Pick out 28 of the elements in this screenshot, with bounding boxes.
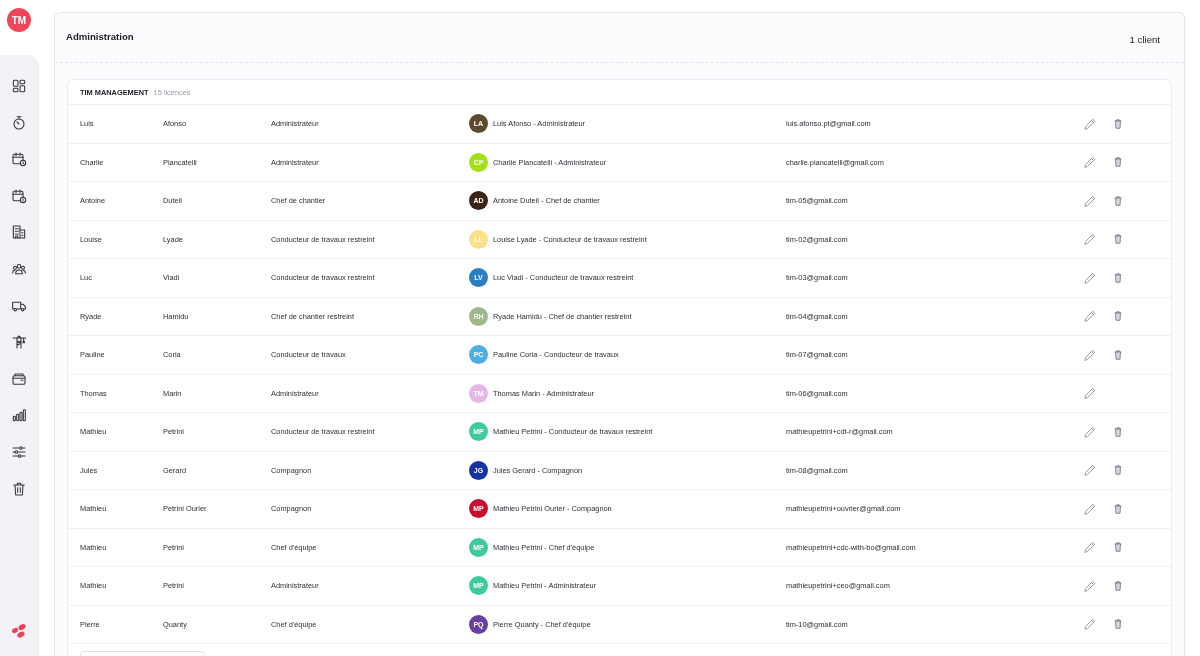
page-title: Administration (66, 31, 134, 42)
buildings-icon[interactable] (11, 224, 27, 241)
sliders-icon[interactable] (11, 443, 27, 460)
pencil-icon[interactable] (1084, 502, 1096, 515)
calendar-alert-icon[interactable] (11, 187, 27, 204)
user-avatar[interactable]: TM (7, 8, 31, 32)
pencil-icon[interactable] (1084, 618, 1096, 631)
pencil-icon[interactable] (1084, 387, 1096, 400)
pencil-icon[interactable] (1084, 425, 1096, 438)
pencil-icon[interactable] (1084, 117, 1096, 130)
pencil-icon[interactable] (1084, 156, 1096, 169)
pencil-icon[interactable] (1084, 579, 1096, 592)
pencil-icon[interactable] (1084, 348, 1096, 361)
pencil-icon[interactable] (1084, 271, 1096, 284)
dashboard-icon[interactable] (11, 78, 27, 94)
pencil-icon[interactable] (1084, 310, 1096, 323)
pencil-icon[interactable] (1084, 233, 1096, 246)
bar-chart-icon[interactable] (11, 407, 27, 424)
calendar-clock-icon[interactable] (11, 151, 27, 168)
folder-icon[interactable] (11, 370, 27, 387)
logo-icon[interactable] (11, 623, 27, 639)
trash-icon[interactable] (11, 480, 27, 497)
stopwatch-icon[interactable] (11, 114, 27, 131)
crane-icon[interactable] (11, 334, 27, 351)
pencil-icon[interactable] (1084, 194, 1096, 207)
pencil-icon[interactable] (1084, 464, 1096, 477)
client-count: 1 client (1129, 32, 1160, 45)
pencil-icon[interactable] (1084, 541, 1096, 554)
